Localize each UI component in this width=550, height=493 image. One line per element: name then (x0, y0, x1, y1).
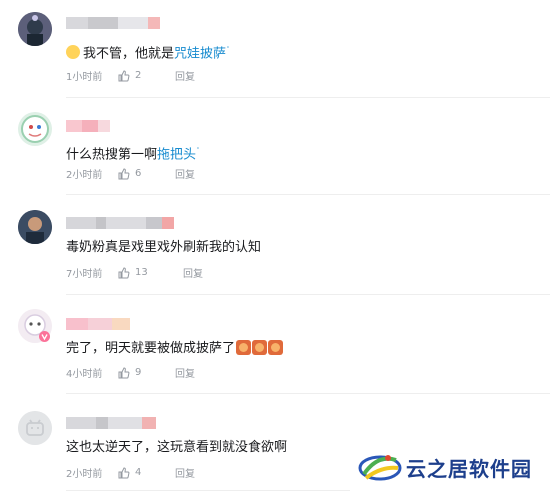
topic-link[interactable]: 咒娃披萨 (174, 46, 226, 61)
thumbs-up-icon[interactable] (118, 167, 130, 180)
avatar[interactable] (18, 12, 52, 46)
like-count: 4 (135, 467, 142, 478)
reply-button[interactable]: 回复 (175, 465, 195, 480)
divider (66, 194, 550, 195)
reply-button[interactable]: 回复 (183, 265, 203, 280)
search-icon: ʿ (227, 45, 230, 54)
timestamp: 1小时前 (66, 72, 103, 83)
username[interactable] (66, 17, 160, 29)
divider (66, 294, 550, 295)
like-count: 13 (135, 267, 148, 278)
comment-meta: 1小时前 2 回复 (66, 68, 195, 83)
thumbs-up-icon[interactable] (118, 69, 130, 82)
username[interactable] (66, 120, 110, 132)
avatar[interactable] (18, 411, 52, 445)
scream-sticker-icon (268, 340, 284, 355)
comment-text: 什么热搜第一啊拖把头ʿ (66, 146, 200, 163)
default-avatar-icon (18, 411, 52, 445)
avatar[interactable] (18, 210, 52, 244)
thumbs-up-icon[interactable] (118, 366, 130, 379)
comment-text: 这也太逆天了，这玩意看到就没食欲啊 (66, 440, 288, 455)
timestamp: 2小时前 (66, 469, 103, 480)
avatar-image (18, 112, 52, 146)
thumbs-up-icon[interactable] (118, 266, 130, 279)
avatar-image (18, 12, 52, 46)
avatar-image (18, 210, 52, 244)
comment-meta: 7小时前 13 回复 (66, 265, 203, 280)
like-count: 6 (135, 168, 142, 179)
search-icon: ʿ (197, 146, 200, 155)
timestamp: 7小时前 (66, 269, 103, 280)
scream-sticker-icon (252, 340, 268, 355)
like-count: 9 (135, 367, 142, 378)
timestamp: 2小时前 (66, 170, 103, 181)
comment-text: 毒奶粉真是戏里戏外刷新我的认知 (66, 240, 262, 255)
comment-meta: 2小时前 4 回复 (66, 465, 195, 480)
like-count: 2 (135, 70, 142, 81)
blush-emoji-icon (66, 45, 80, 60)
username[interactable] (66, 417, 156, 429)
avatar[interactable] (18, 112, 52, 146)
reply-button[interactable]: 回复 (175, 365, 195, 380)
topic-link[interactable]: 拖把头 (157, 147, 196, 162)
username[interactable] (66, 217, 174, 229)
watermark-text: 云之居软件园 (406, 456, 532, 481)
comment-text: 完了，明天就要被做成披萨了 (66, 340, 284, 358)
comment-meta: 2小时前 6 回复 (66, 166, 195, 181)
vip-badge-icon (39, 331, 50, 342)
reply-button[interactable]: 回复 (175, 68, 195, 83)
divider (66, 97, 550, 98)
comment-text: 我不管，他就是咒娃披萨ʿ (66, 41, 230, 63)
comment-meta: 4小时前 9 回复 (66, 365, 195, 380)
reply-button[interactable]: 回复 (175, 166, 195, 181)
scream-sticker-icon (236, 340, 252, 355)
username[interactable] (66, 318, 130, 330)
thumbs-up-icon[interactable] (118, 466, 130, 479)
divider (66, 490, 350, 491)
yunzhiju-logo-icon (358, 455, 402, 481)
divider (66, 393, 550, 394)
timestamp: 4小时前 (66, 369, 103, 380)
watermark: 云之居软件园 (358, 448, 532, 486)
